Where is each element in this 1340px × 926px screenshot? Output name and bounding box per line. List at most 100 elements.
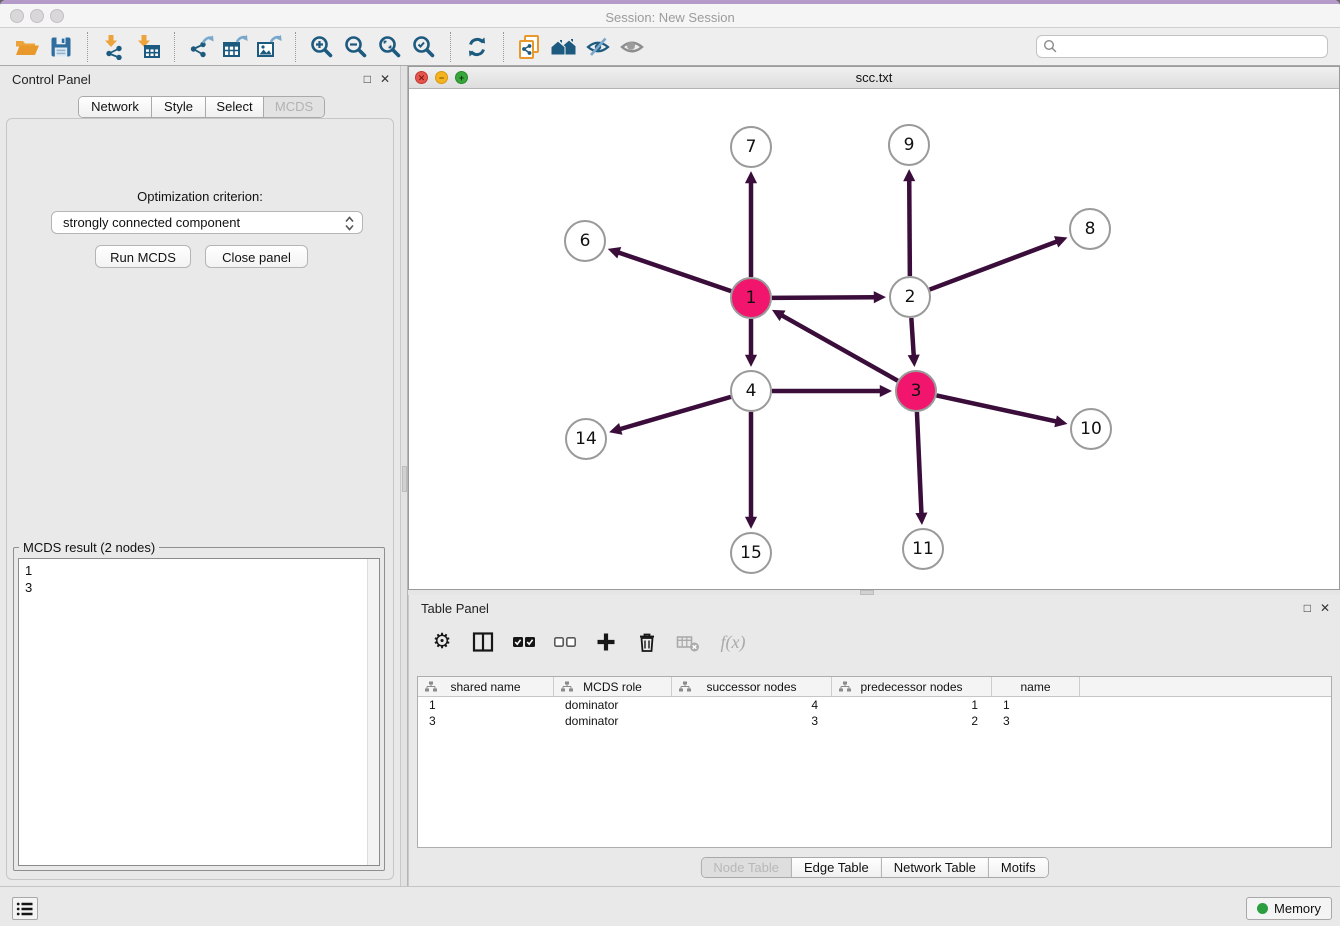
column-header-shared-name[interactable]: shared name: [418, 677, 554, 696]
tab-node-table[interactable]: Node Table: [701, 858, 792, 877]
column-settings-icon[interactable]: ⚙: [429, 629, 455, 655]
tab-edge-table[interactable]: Edge Table: [792, 858, 882, 877]
graph-edge-2-3[interactable]: [911, 318, 913, 356]
apply-layout-icon[interactable]: [460, 31, 494, 63]
zoom-out-glyph: [343, 34, 369, 60]
column-header-name[interactable]: name: [992, 677, 1080, 696]
select-stepper-icon: [344, 215, 355, 232]
zoom-out-icon[interactable]: [339, 31, 373, 63]
zoom-in-glyph: [309, 34, 335, 60]
run-mcds-button[interactable]: Run MCDS: [95, 245, 191, 268]
export-table-icon[interactable]: [218, 31, 252, 63]
graph-edge-2-8[interactable]: [930, 241, 1058, 289]
control-panel: Control Panel □ ✕ Network Style Select M…: [0, 66, 400, 886]
column-header-mcds-role[interactable]: MCDS role: [554, 677, 672, 696]
control-panel-float-button[interactable]: □: [364, 72, 371, 86]
zoom-fit-icon[interactable]: [373, 31, 407, 63]
search-input[interactable]: [1036, 35, 1328, 58]
clone-network-icon[interactable]: [513, 31, 547, 63]
create-column-icon[interactable]: [593, 629, 619, 655]
export-image-icon[interactable]: [252, 31, 286, 63]
cell-successor-nodes[interactable]: 4: [672, 697, 832, 713]
tab-network-table[interactable]: Network Table: [882, 858, 989, 877]
cell-name[interactable]: 1: [992, 697, 1080, 713]
refresh-glyph: [464, 34, 490, 60]
node-table: shared name MCDS role successor nodes pr…: [417, 676, 1332, 848]
table-panel-float-button[interactable]: □: [1304, 601, 1311, 615]
first-neighbors-icon[interactable]: [547, 31, 581, 63]
graph-edge-1-2[interactable]: [772, 297, 875, 298]
mcds-result-textarea[interactable]: 1 3: [18, 558, 380, 866]
network-canvas[interactable]: 7968124314101511: [409, 89, 1339, 589]
export-image-glyph: [256, 34, 282, 60]
graph-edge-3-10[interactable]: [937, 395, 1057, 421]
vertical-splitter[interactable]: [400, 66, 408, 886]
task-history-button[interactable]: [12, 897, 38, 920]
network-graph: 7968124314101511: [409, 89, 1339, 589]
cell-shared-name[interactable]: 3: [418, 713, 554, 729]
graph-edge-1-6[interactable]: [618, 252, 731, 291]
mcds-panel-body: Optimization criterion: strongly connect…: [6, 118, 394, 880]
zoom-in-icon[interactable]: [305, 31, 339, 63]
delete-table-glyph: [676, 631, 700, 653]
clone-network-glyph: [517, 34, 543, 60]
window-title: Session: New Session: [0, 8, 1340, 28]
split-pane-glyph: [472, 631, 494, 653]
splitter-grip[interactable]: [402, 466, 407, 492]
tab-network[interactable]: Network: [79, 97, 152, 117]
cell-predecessor-nodes[interactable]: 1: [832, 697, 992, 713]
unselect-all-columns-icon[interactable]: [552, 629, 578, 655]
function-builder-icon[interactable]: f(x): [716, 629, 750, 655]
graph-edge-3-1[interactable]: [781, 315, 897, 381]
close-panel-button[interactable]: Close panel: [205, 245, 308, 268]
delete-table-icon[interactable]: [675, 629, 701, 655]
toolbar-separator: [503, 32, 504, 62]
column-header-successor-nodes[interactable]: successor nodes: [672, 677, 832, 696]
tab-mcds[interactable]: MCDS: [264, 97, 324, 117]
show-all-icon[interactable]: [615, 31, 649, 63]
select-all-columns-icon[interactable]: [511, 629, 537, 655]
trash-glyph: [636, 631, 658, 653]
table-row: 3 dominator 3 2 3: [418, 713, 1331, 729]
save-session-icon[interactable]: [44, 31, 78, 63]
graph-node-label-2: 2: [905, 287, 916, 307]
import-network-glyph: [101, 34, 127, 60]
export-network-icon[interactable]: [184, 31, 218, 63]
cell-mcds-role[interactable]: dominator: [554, 713, 672, 729]
cell-mcds-role[interactable]: dominator: [554, 697, 672, 713]
import-table-icon[interactable]: [131, 31, 165, 63]
split-table-icon[interactable]: [470, 629, 496, 655]
toolbar-separator: [450, 32, 451, 62]
cell-shared-name[interactable]: 1: [418, 697, 554, 713]
control-panel-close-button[interactable]: ✕: [380, 72, 390, 86]
column-header-predecessor-nodes[interactable]: predecessor nodes: [832, 677, 992, 696]
eye-slash-glyph: [585, 34, 611, 60]
tab-style[interactable]: Style: [152, 97, 206, 117]
table-panel-title: Table Panel: [421, 601, 489, 616]
import-network-icon[interactable]: [97, 31, 131, 63]
graph-node-label-3: 3: [911, 381, 922, 401]
graph-node-label-11: 11: [912, 539, 934, 559]
main-toolbar: [0, 28, 1340, 66]
table-panel-close-button[interactable]: ✕: [1320, 601, 1330, 615]
fx-glyph: f(x): [721, 632, 746, 653]
graph-edge-3-11[interactable]: [917, 412, 922, 514]
delete-columns-icon[interactable]: [634, 629, 660, 655]
cell-name[interactable]: 3: [992, 713, 1080, 729]
graph-edge-4-14[interactable]: [620, 397, 731, 429]
cell-predecessor-nodes[interactable]: 2: [832, 713, 992, 729]
tab-select[interactable]: Select: [206, 97, 264, 117]
eye-glyph: [619, 34, 645, 60]
memory-button[interactable]: Memory: [1246, 897, 1332, 920]
table-row: 1 dominator 4 1 1: [418, 697, 1331, 713]
cell-successor-nodes[interactable]: 3: [672, 713, 832, 729]
graph-edge-2-9[interactable]: [909, 180, 910, 276]
hide-selected-icon[interactable]: [581, 31, 615, 63]
zoom-selected-icon[interactable]: [407, 31, 441, 63]
result-scrollbar[interactable]: [367, 559, 379, 865]
table-tabs: Node Table Edge Table Network Table Moti…: [700, 857, 1048, 878]
graph-node-label-7: 7: [746, 137, 757, 157]
open-file-icon[interactable]: [10, 31, 44, 63]
tab-motifs[interactable]: Motifs: [989, 858, 1048, 877]
criterion-select[interactable]: strongly connected component: [51, 211, 363, 234]
